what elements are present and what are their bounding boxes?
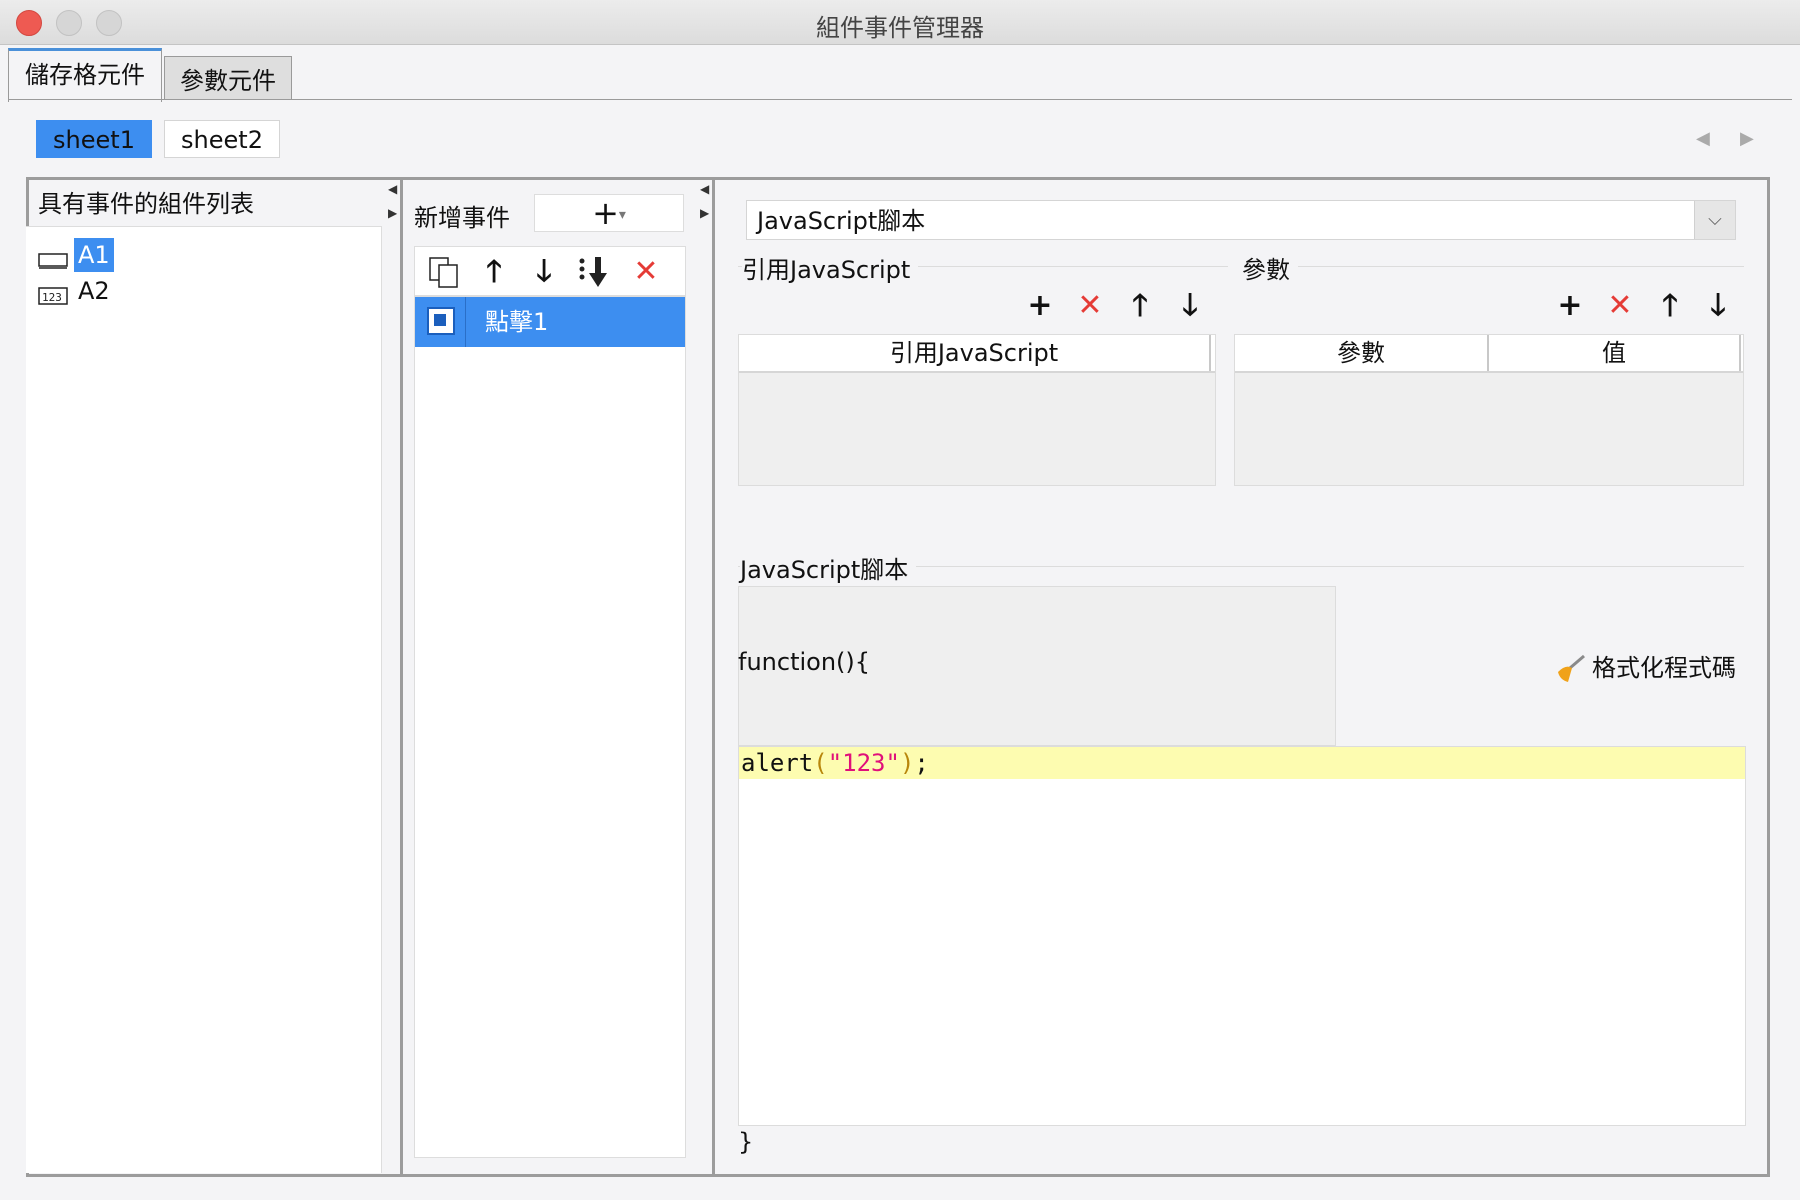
tab-bar: 儲存格元件 參數元件	[8, 48, 1792, 102]
format-code-label: 格式化程式碼	[1592, 654, 1736, 682]
code-identifier: alert	[741, 749, 814, 777]
ref-js-title: 引用JavaScript	[742, 250, 919, 285]
format-code-button[interactable]: 格式化程式碼	[1556, 648, 1736, 684]
event-toolbar: 🡑 🡓 ✕	[414, 246, 686, 296]
tab-divider	[8, 99, 1792, 100]
script-title: JavaScript腳本	[740, 550, 917, 585]
component-event-manager-window: 組件事件管理器 儲存格元件 參數元件 sheet1 sheet2 ◀ ▶ 具有事…	[0, 0, 1800, 1200]
code-string: "123"	[827, 749, 900, 777]
tab-parameter-components[interactable]: 參數元件	[164, 56, 292, 100]
event-type-select[interactable]: JavaScript腳本 ⌵	[746, 200, 1736, 240]
event-type-value: JavaScript腳本	[757, 207, 926, 235]
broom-icon	[1556, 654, 1586, 684]
event-row-divider	[465, 297, 466, 347]
copy-icon[interactable]	[427, 255, 461, 289]
expand-right-icon[interactable]: ▶	[700, 206, 709, 220]
component-label: A1	[74, 238, 114, 272]
component-list-header: 具有事件的組件列表	[38, 190, 254, 218]
delete-event-icon[interactable]: ✕	[629, 255, 663, 289]
param-column-header[interactable]: 參數	[1235, 335, 1489, 371]
code-editor[interactable]: alert("123");	[738, 746, 1746, 1126]
ref-js-column-header[interactable]: 引用JavaScript	[739, 335, 1211, 371]
component-item-a1[interactable]: A1	[38, 237, 114, 272]
move-down-icon[interactable]: 🡓	[527, 255, 561, 289]
value-column-header[interactable]: 值	[1489, 335, 1741, 371]
params-table-header: 參數 值	[1235, 335, 1743, 373]
title-bar: 組件事件管理器	[0, 0, 1800, 45]
delete-param-icon[interactable]: ✕	[1604, 290, 1636, 322]
component-item-a2[interactable]: 123 A2	[38, 273, 114, 307]
code-line-1[interactable]: alert("123");	[739, 747, 1745, 779]
delete-ref-js-icon[interactable]: ✕	[1074, 290, 1106, 322]
collapse-left-icon[interactable]: ◀	[700, 182, 709, 196]
add-event-button[interactable]: +▾	[534, 194, 684, 232]
sheet-tab-sheet2[interactable]: sheet2	[164, 120, 280, 158]
param-down-icon[interactable]: 🡓	[1702, 290, 1734, 322]
script-panel: JavaScript腳本 ⌵ 引用JavaScript 參數 + ✕ 🡑 🡓 +…	[716, 180, 1766, 1174]
function-close-text: }	[738, 1128, 754, 1156]
add-param-icon[interactable]: +	[1554, 290, 1586, 322]
params-title: 參數	[1242, 250, 1298, 285]
param-up-icon[interactable]: 🡑	[1654, 290, 1686, 322]
component-list: A1 123 A2	[26, 226, 382, 1173]
click-event-icon	[427, 307, 455, 335]
component-list-panel: 具有事件的組件列表 A1 123 A2	[26, 180, 388, 1174]
tab-cell-components[interactable]: 儲存格元件	[8, 48, 162, 102]
dropdown-caret-icon: ▾	[618, 207, 626, 223]
event-list: 點擊1	[414, 296, 686, 1158]
params-divider	[1242, 266, 1744, 267]
ref-js-down-icon[interactable]: 🡓	[1174, 290, 1206, 322]
event-item-click1[interactable]: 點擊1	[415, 297, 685, 347]
number-field-icon: 123	[38, 281, 68, 305]
add-ref-js-icon[interactable]: +	[1024, 290, 1056, 322]
scroll-right-icon[interactable]: ▶	[1740, 128, 1754, 149]
window-title: 組件事件管理器	[816, 14, 984, 42]
ref-js-table-header: 引用JavaScript	[739, 335, 1215, 373]
move-bottom-icon[interactable]	[577, 255, 611, 289]
text-field-icon	[38, 245, 68, 269]
component-label: A2	[78, 277, 110, 305]
code-semicolon: ;	[914, 749, 929, 777]
ref-js-up-icon[interactable]: 🡑	[1124, 290, 1156, 322]
expand-right-icon[interactable]: ▶	[388, 206, 397, 220]
function-open-text: function(){	[738, 648, 871, 676]
chevron-down-icon[interactable]: ⌵	[1694, 201, 1735, 239]
event-label: 點擊1	[485, 308, 549, 336]
code-paren-close: )	[899, 749, 915, 777]
plus-icon: +	[592, 194, 619, 232]
svg-text:123: 123	[42, 291, 62, 304]
ref-js-table: 引用JavaScript	[738, 334, 1216, 486]
event-panel: 新增事件 +▾ 🡑 🡓 ✕ 點擊1	[404, 180, 700, 1174]
collapse-left-icon[interactable]: ◀	[388, 182, 397, 196]
splitter-right[interactable]: ◀ ▶	[700, 180, 715, 1174]
move-up-icon[interactable]: 🡑	[477, 255, 511, 289]
params-table: 參數 值	[1234, 334, 1744, 486]
scroll-left-icon[interactable]: ◀	[1696, 128, 1710, 149]
code-paren-open: (	[813, 749, 828, 777]
splitter-left[interactable]: ◀ ▶	[388, 180, 403, 1174]
add-event-label: 新增事件	[414, 204, 510, 232]
sheet-tab-sheet1[interactable]: sheet1	[36, 120, 152, 158]
